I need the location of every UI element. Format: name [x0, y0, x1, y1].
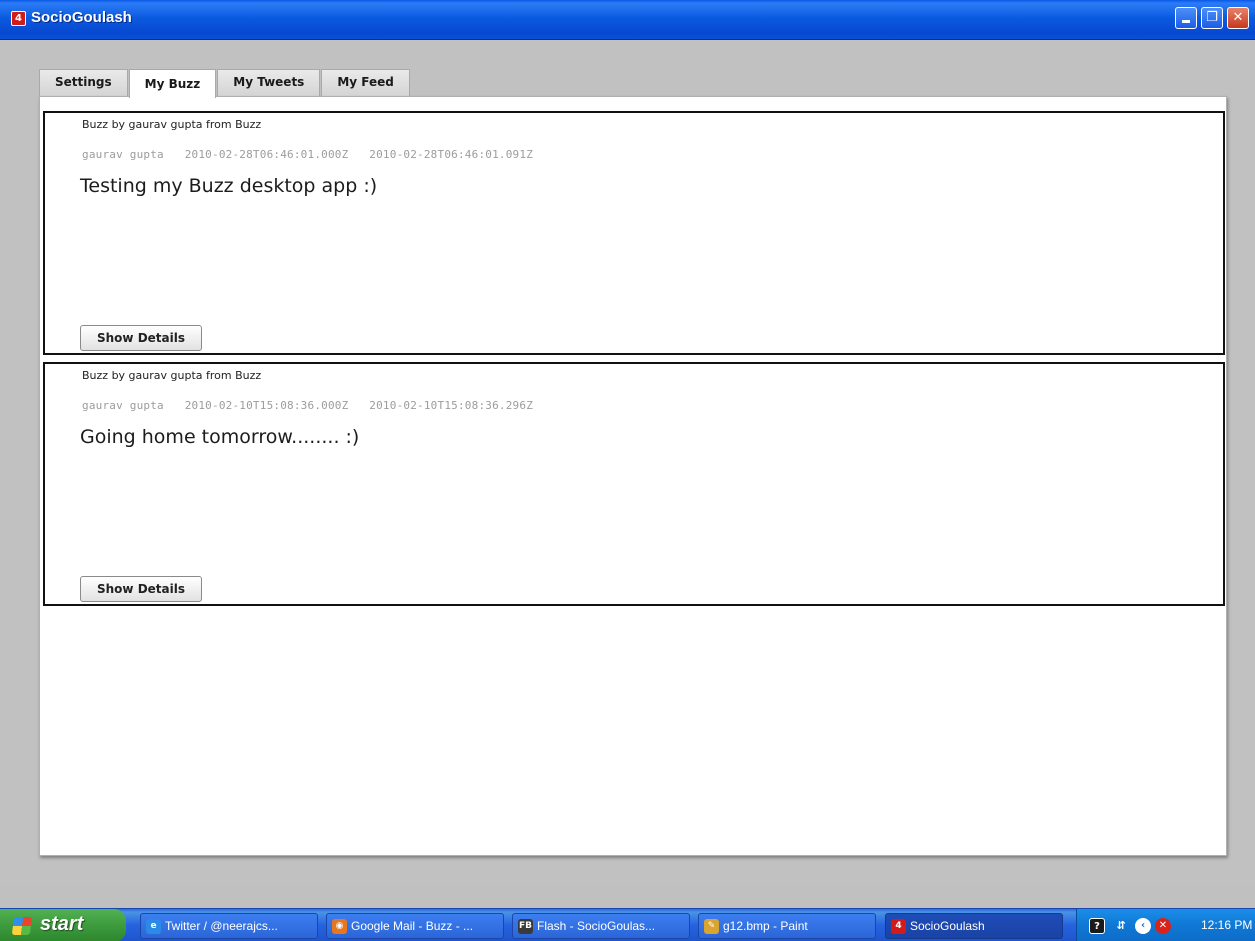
post-updated: 2010-02-28T06:46:01.091Z — [369, 148, 534, 161]
taskbar-item-flash-builder[interactable]: FB Flash - SocioGoulas... — [512, 913, 690, 939]
security-shield-icon[interactable]: ✕ — [1155, 918, 1171, 934]
start-button[interactable]: start — [0, 909, 126, 941]
system-tray: ? ⇵ ‹ ✕ 12:16 PM — [1076, 909, 1255, 941]
tab-bar: Settings My Buzz My Tweets My Feed — [39, 69, 411, 98]
taskbar-item-sociogoulash[interactable]: 4 SocioGoulash — [885, 913, 1063, 939]
taskbar-item-twitter[interactable]: e Twitter / @neerajcs... — [140, 913, 318, 939]
post-header: Buzz by gaurav gupta from Buzz — [82, 118, 262, 131]
minimize-icon — [1182, 20, 1190, 23]
taskbar: start e Twitter / @neerajcs... ◉ Google … — [0, 908, 1255, 941]
post-published: 2010-02-28T06:46:01.000Z — [184, 148, 349, 161]
post-updated: 2010-02-10T15:08:36.296Z — [369, 399, 534, 412]
window-title: SocioGoulash — [31, 9, 132, 26]
app-icon[interactable]: 4 — [11, 11, 26, 26]
taskbar-item-label: Google Mail - Buzz - ... — [351, 919, 474, 933]
tab-settings[interactable]: Settings — [39, 69, 128, 96]
taskbar-item-label: g12.bmp - Paint — [723, 919, 808, 933]
flash-builder-icon: FB — [518, 919, 533, 934]
show-details-button[interactable]: Show Details — [80, 325, 202, 351]
taskbar-item-paint[interactable]: ✎ g12.bmp - Paint — [698, 913, 876, 939]
network-icon[interactable]: ⇵ — [1113, 918, 1129, 934]
buzz-post: Buzz by gaurav gupta from Buzz gaurav gu… — [43, 362, 1225, 606]
taskbar-item-label: SocioGoulash — [910, 919, 985, 933]
tab-my-buzz[interactable]: My Buzz — [128, 69, 217, 98]
tab-my-feed[interactable]: My Feed — [321, 69, 410, 96]
post-published: 2010-02-10T15:08:36.000Z — [184, 399, 349, 412]
restore-icon: ❐ — [1206, 10, 1218, 25]
back-arrow-icon[interactable]: ‹ — [1135, 918, 1151, 934]
firefox-icon: ◉ — [332, 919, 347, 934]
air-app-icon: 4 — [891, 919, 906, 934]
post-author: gaurav gupta — [82, 148, 164, 161]
buzz-post: Buzz by gaurav gupta from Buzz gaurav gu… — [43, 111, 1225, 355]
taskbar-item-google-mail[interactable]: ◉ Google Mail - Buzz - ... — [326, 913, 504, 939]
minimize-button[interactable] — [1175, 7, 1197, 29]
post-meta: gaurav gupta 2010-02-10T15:08:36.000Z 20… — [82, 399, 547, 412]
restore-button[interactable]: ❐ — [1201, 7, 1223, 29]
help-icon[interactable]: ? — [1089, 918, 1105, 934]
post-author: gaurav gupta — [82, 399, 164, 412]
tab-my-tweets[interactable]: My Tweets — [217, 69, 321, 96]
windows-logo-icon — [11, 917, 33, 935]
show-details-button[interactable]: Show Details — [80, 576, 202, 602]
paint-icon: ✎ — [704, 919, 719, 934]
start-label: start — [40, 913, 84, 935]
window-title-bar[interactable]: 4 SocioGoulash ❐ ✕ — [0, 0, 1255, 40]
post-header: Buzz by gaurav gupta from Buzz — [82, 369, 262, 382]
close-button[interactable]: ✕ — [1227, 7, 1249, 29]
buzz-list-panel: Buzz by gaurav gupta from Buzz gaurav gu… — [39, 96, 1227, 856]
clock[interactable]: 12:16 PM — [1201, 918, 1252, 932]
app-area: Settings My Buzz My Tweets My Feed Buzz … — [0, 41, 1255, 886]
taskbar-item-label: Flash - SocioGoulas... — [537, 919, 656, 933]
close-icon: ✕ — [1232, 10, 1244, 25]
post-meta: gaurav gupta 2010-02-28T06:46:01.000Z 20… — [82, 148, 547, 161]
internet-explorer-icon: e — [146, 919, 161, 934]
taskbar-item-label: Twitter / @neerajcs... — [165, 919, 278, 933]
post-body: Going home tomorrow........ :) — [80, 426, 360, 448]
post-body: Testing my Buzz desktop app :) — [80, 175, 378, 197]
